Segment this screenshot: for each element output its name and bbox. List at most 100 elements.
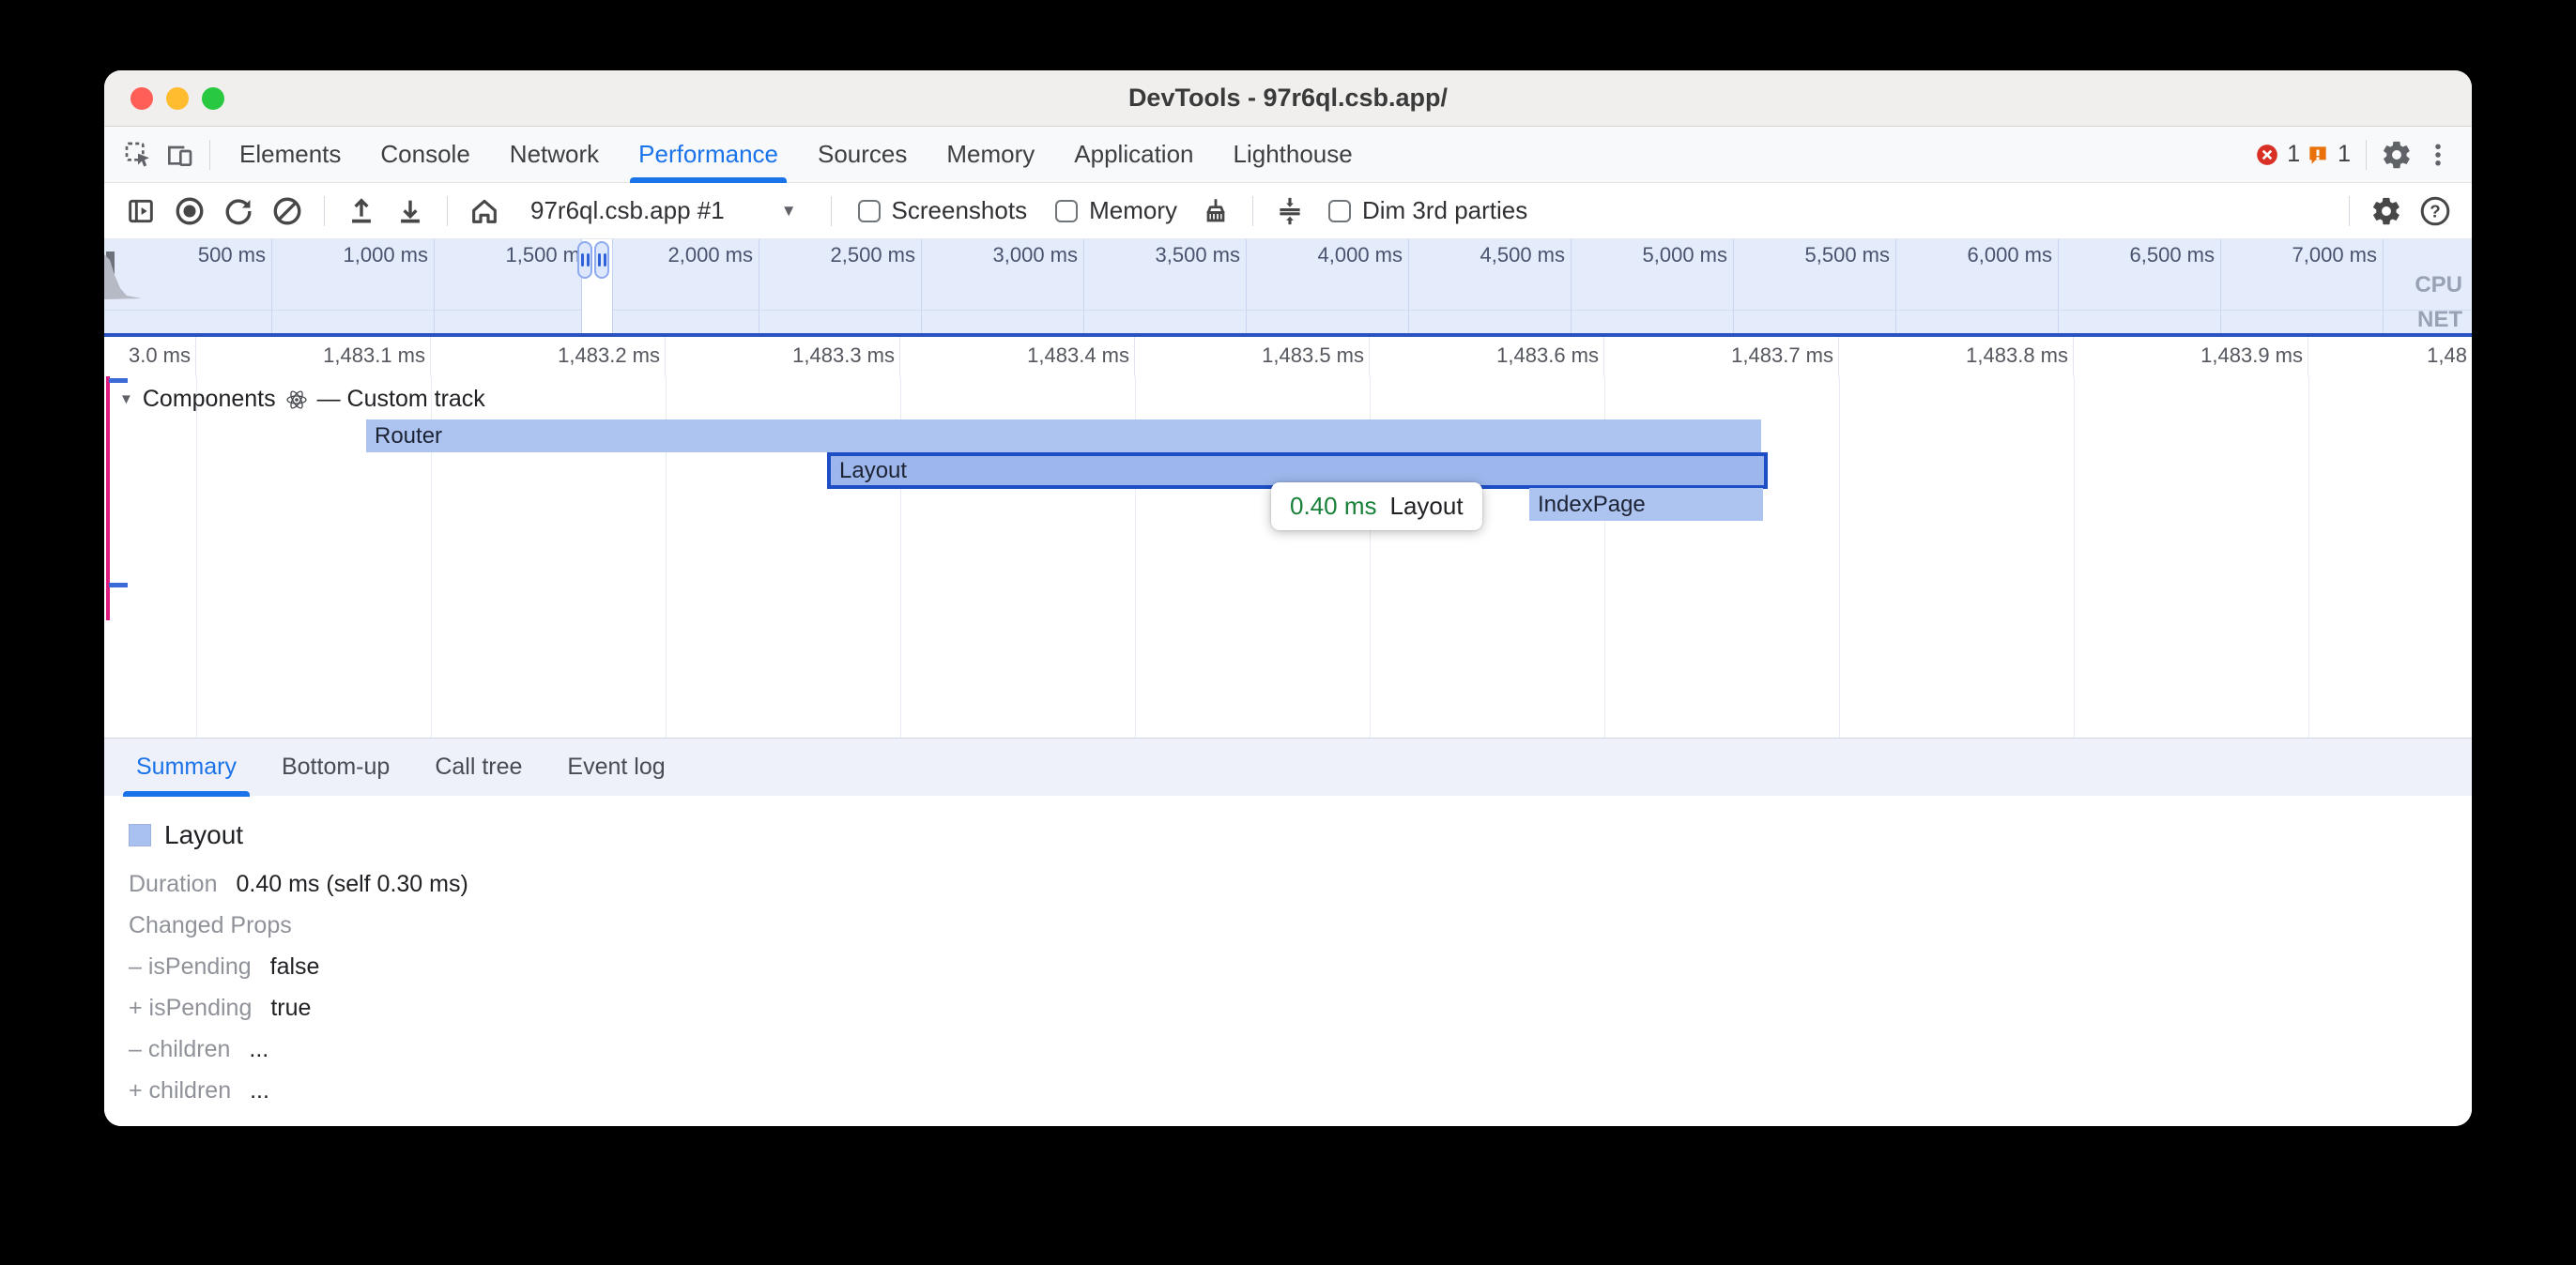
tooltip-duration: 0.40 ms (1290, 492, 1377, 521)
tab-elements[interactable]: Elements (220, 127, 360, 183)
flame-chart[interactable]: ▼ Components — Custom track Router Layou… (104, 376, 2472, 738)
toggle-sidebar-icon[interactable] (119, 190, 162, 233)
overview-tick: 5,500 ms (1734, 239, 1896, 333)
target-select[interactable]: 97r6ql.csb.app #1 ▼ (521, 190, 806, 233)
scroll-indicator-bottom (109, 583, 128, 587)
warning-count: 1 (2338, 141, 2351, 168)
summary-row-prev-ispending: – isPending false (129, 953, 2472, 995)
capture-settings-gear-icon[interactable] (2365, 190, 2408, 233)
ruler-tick: 1,483.1 ms (196, 337, 431, 376)
tab-console[interactable]: Console (360, 127, 489, 183)
track-suffix: — Custom track (317, 386, 485, 413)
ruler-tick: 1,483.6 ms (1370, 337, 1604, 376)
memory-checkbox-group[interactable]: Memory (1055, 196, 1177, 225)
dim-3rd-parties-checkbox-group[interactable]: Dim 3rd parties (1328, 196, 1527, 225)
tab-memory[interactable]: Memory (927, 127, 1054, 183)
chevron-down-icon: ▼ (781, 202, 797, 221)
svg-text:?: ? (2430, 201, 2440, 221)
ruler-tick: 1,48 (2308, 337, 2472, 376)
track-name: Components (143, 386, 276, 413)
tooltip-label: Layout (1390, 492, 1464, 521)
overview-tick: 2,500 ms (759, 239, 922, 333)
devtools-tabbar: Elements Console Network Performance Sou… (104, 127, 2472, 183)
summary-title: Layout (164, 820, 243, 850)
cpu-lane-label: CPU (2415, 272, 2462, 298)
ruler-tick: 1,483.4 ms (900, 337, 1135, 376)
ruler-tick: 1,483.7 ms (1604, 337, 1839, 376)
tab-bottom-up[interactable]: Bottom-up (259, 739, 412, 797)
dim-3rd-parties-checkbox[interactable] (1328, 200, 1351, 222)
overview-tick: 2,000 ms (597, 239, 759, 333)
divider (209, 140, 210, 170)
flame-bar-indexpage[interactable]: IndexPage (1529, 488, 1763, 521)
help-icon[interactable]: ? (2414, 190, 2457, 233)
net-lane-label: NET (2417, 307, 2462, 333)
overview-tick: 1,500 ms (435, 239, 597, 333)
react-atom-icon (285, 389, 308, 411)
kebab-menu-icon[interactable] (2417, 134, 2459, 175)
divider (324, 196, 325, 226)
tab-application[interactable]: Application (1054, 127, 1213, 183)
divider (2366, 140, 2367, 170)
overview-tick: 6,500 ms (2059, 239, 2221, 333)
divider (831, 196, 832, 226)
home-icon[interactable] (463, 190, 506, 233)
ruler-tick: 3.0 ms (104, 337, 196, 376)
upload-profile-icon[interactable] (340, 190, 383, 233)
divider (1252, 196, 1253, 226)
screenshots-label: Screenshots (892, 196, 1028, 225)
summary-row-next-ispending: + isPending true (129, 995, 2472, 1036)
summary-row-duration: Duration 0.40 ms (self 0.30 ms) (129, 871, 2472, 912)
reload-record-icon[interactable] (217, 190, 260, 233)
flame-bar-tooltip: 0.40 ms Layout (1271, 482, 1482, 530)
window-title: DevTools - 97r6ql.csb.app/ (104, 84, 2472, 113)
divider (2349, 196, 2350, 226)
tab-event-log[interactable]: Event log (544, 739, 687, 797)
settings-gear-icon[interactable] (2376, 134, 2417, 175)
tab-sources[interactable]: Sources (798, 127, 927, 183)
detail-ruler: 3.0 ms 1,483.1 ms 1,483.2 ms 1,483.3 ms … (104, 337, 2472, 376)
error-badge[interactable]: 1 (2255, 141, 2300, 168)
ruler-tick: 1,483.3 ms (666, 337, 900, 376)
memory-checkbox[interactable] (1055, 200, 1078, 222)
ruler-tick: 1,483.8 ms (1839, 337, 2074, 376)
details-tabbar: Summary Bottom-up Call tree Event log (104, 738, 2472, 796)
overview-tick: 4,000 ms (1247, 239, 1409, 333)
tab-lighthouse[interactable]: Lighthouse (1214, 127, 1372, 183)
selection-left-handle[interactable] (577, 241, 592, 279)
tab-call-tree[interactable]: Call tree (412, 739, 544, 797)
inspect-element-icon[interactable] (117, 134, 159, 175)
selection-right-handle[interactable] (594, 241, 609, 279)
ruler-tick: 1,483.5 ms (1135, 337, 1370, 376)
timeline-overview[interactable]: 500 ms 1,000 ms 1,500 ms 2,000 ms 2,500 … (104, 239, 2472, 333)
overview-tick: 4,500 ms (1409, 239, 1572, 333)
summary-row-prev-children: – children ... (129, 1036, 2472, 1077)
record-icon[interactable] (168, 190, 211, 233)
download-profile-icon[interactable] (389, 190, 432, 233)
overview-tick: 5,000 ms (1572, 239, 1734, 333)
dim-3rd-parties-label: Dim 3rd parties (1362, 196, 1527, 225)
clear-icon[interactable] (266, 190, 309, 233)
flame-bar-router[interactable]: Router (366, 419, 1761, 452)
tab-summary[interactable]: Summary (114, 739, 259, 797)
divider (447, 196, 448, 226)
collect-garbage-icon[interactable] (1194, 190, 1237, 233)
warning-badge[interactable]: 1 (2306, 141, 2351, 168)
collapse-flame-icon[interactable] (1268, 190, 1311, 233)
overview-tick: 6,000 ms (1896, 239, 2059, 333)
disclosure-triangle-icon[interactable]: ▼ (119, 391, 133, 407)
screenshots-checkbox[interactable] (858, 200, 881, 222)
track-header-components[interactable]: ▼ Components — Custom track (119, 386, 485, 413)
overview-ruler: 500 ms 1,000 ms 1,500 ms 2,000 ms 2,500 … (110, 239, 2384, 333)
titlebar: DevTools - 97r6ql.csb.app/ (104, 70, 2472, 127)
summary-row-next-children: + children ... (129, 1077, 2472, 1119)
summary-row-changed-props: Changed Props (129, 912, 2472, 953)
tab-performance[interactable]: Performance (619, 127, 798, 183)
summary-panel: Layout Duration 0.40 ms (self 0.30 ms) C… (104, 796, 2472, 1126)
performance-toolbar: 97r6ql.csb.app #1 ▼ Screenshots Memory D… (104, 183, 2472, 239)
tab-network[interactable]: Network (490, 127, 619, 183)
screenshots-checkbox-group[interactable]: Screenshots (858, 196, 1028, 225)
device-toolbar-icon[interactable] (159, 134, 200, 175)
target-select-value: 97r6ql.csb.app #1 (530, 196, 725, 225)
overview-tick: 3,500 ms (1084, 239, 1247, 333)
